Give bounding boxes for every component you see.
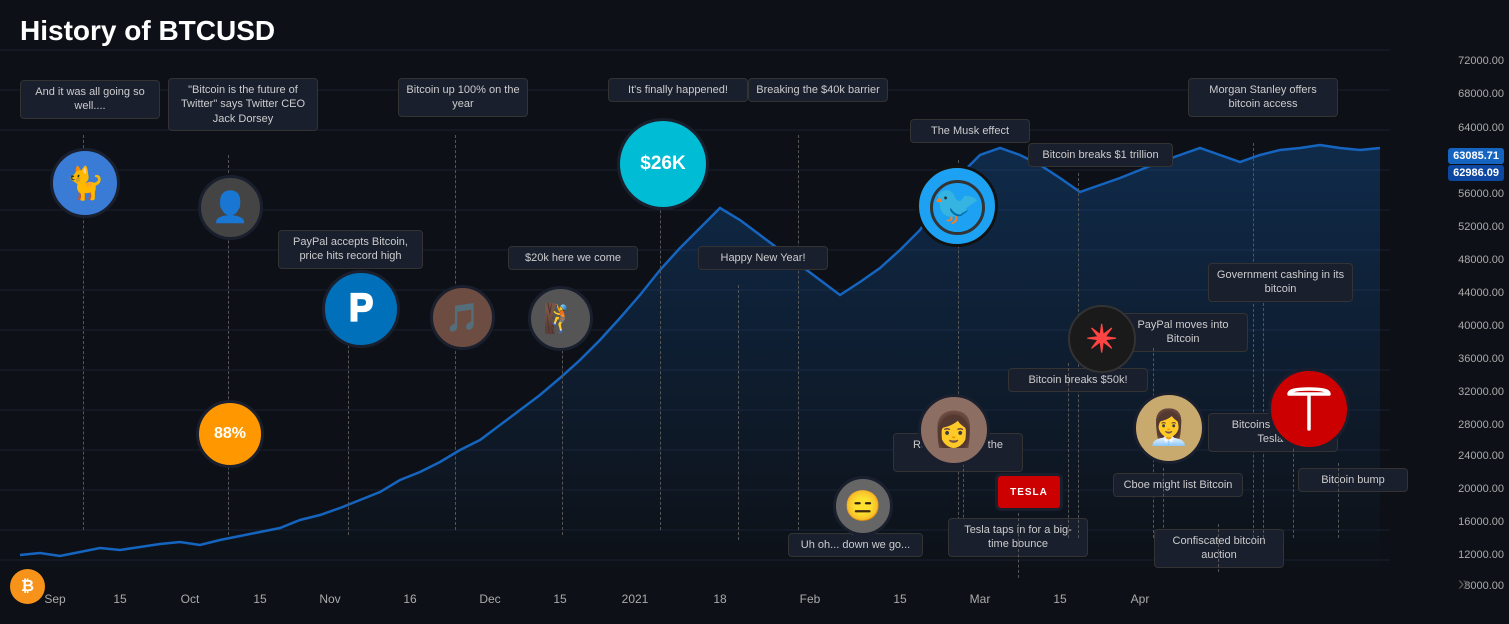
circle-icon-paypal: 𝐏 bbox=[322, 270, 400, 348]
y-label-20000: 20000.00 bbox=[1458, 483, 1504, 495]
circle-icon-music-symbol: 🎵 bbox=[445, 301, 480, 334]
ann-line-7 bbox=[798, 135, 799, 530]
y-label-56000: 56000.00 bbox=[1458, 188, 1504, 200]
circle-icon-26k-label: $26K bbox=[640, 153, 685, 175]
annotation-ann3: Bitcoin up 100% on the year bbox=[398, 78, 528, 117]
annotation-ann13: Bitcoin breaks $1 trillion bbox=[1028, 143, 1173, 167]
y-label-48000: 48000.00 bbox=[1458, 254, 1504, 266]
annotation-ann10: The Musk effect bbox=[910, 119, 1030, 143]
y-label-40000: 40000.00 bbox=[1458, 320, 1504, 332]
chart-container: History of BTCUSD 72000.00 68000.0 bbox=[0, 0, 1509, 624]
circle-icon-climber: 🧗 bbox=[528, 286, 593, 351]
circle-icon-climber-symbol: 🧗 bbox=[543, 302, 578, 335]
y-label-44000: 44000.00 bbox=[1458, 287, 1504, 299]
x-label-oct: Oct bbox=[181, 592, 200, 606]
annotation-ann6: It's finally happened! bbox=[608, 78, 748, 102]
x-label-dec: Dec bbox=[479, 592, 500, 606]
tesla-t-svg bbox=[1284, 384, 1334, 434]
circle-icon-26k: $26K bbox=[617, 118, 709, 210]
y-label-12000: 12000.00 bbox=[1458, 549, 1504, 561]
circle-icon-dorsey: 👤 bbox=[198, 175, 263, 240]
nav-arrow-right[interactable]: » bbox=[1458, 573, 1469, 596]
y-label-64000: 64000.00 bbox=[1458, 122, 1504, 134]
annotation-ann4: PayPal accepts Bitcoin, price hits recor… bbox=[278, 230, 423, 269]
annotation-ann14: Bitcoin breaks $50k! bbox=[1008, 368, 1148, 392]
x-label-15c: 15 bbox=[553, 592, 566, 606]
y-label-72000: 72000.00 bbox=[1458, 55, 1504, 67]
annotation-ann9: Uh oh... down we go... bbox=[788, 533, 923, 557]
x-label-2021: 2021 bbox=[622, 592, 649, 606]
annotation-ann19: Government cashing in its bitcoin bbox=[1208, 263, 1353, 302]
annotation-ann7: Breaking the $40k barrier bbox=[748, 78, 888, 102]
circle-icon-twitter: 🐦 bbox=[916, 165, 998, 247]
annotation-ann5: $20k here we come bbox=[508, 246, 638, 270]
y-label-28000: 28000.00 bbox=[1458, 419, 1504, 431]
y-label-24000: 24000.00 bbox=[1458, 450, 1504, 462]
circle-icon-music: 🎵 bbox=[430, 285, 495, 350]
circle-icon-woman: 👩 bbox=[918, 394, 990, 466]
btc-symbol: ₿ bbox=[21, 578, 34, 596]
annotation-ann16: Cboe might list Bitcoin bbox=[1113, 473, 1243, 497]
circle-icon-blonde-symbol: 👩‍💼 bbox=[1148, 408, 1190, 448]
x-label-15a: 15 bbox=[113, 592, 126, 606]
x-label-feb: Feb bbox=[800, 592, 821, 606]
circle-icon-star-symbol: ✴ bbox=[1086, 317, 1118, 362]
x-label-15b: 15 bbox=[253, 592, 266, 606]
circle-icon-emoji-symbol: 😑 bbox=[844, 489, 881, 524]
annotation-ann17: Confiscated bitcoin auction bbox=[1154, 529, 1284, 568]
circle-icon-tesla-logo bbox=[1268, 368, 1350, 450]
y-label-52000: 52000.00 bbox=[1458, 221, 1504, 233]
annotation-ann21: Bitcoin bump bbox=[1298, 468, 1408, 492]
ann-line-17 bbox=[1218, 524, 1219, 572]
circle-icon-cat-symbol: 🐈 bbox=[65, 164, 105, 202]
annotation-ann15: PayPal moves into Bitcoin bbox=[1118, 313, 1248, 352]
annotation-ann2: "Bitcoin is the future of Twitter" says … bbox=[168, 78, 318, 131]
x-label-18: 18 bbox=[713, 592, 726, 606]
y-label-8000: 8000.00 bbox=[1464, 580, 1504, 592]
circle-icon-blonde-woman: 👩‍💼 bbox=[1133, 392, 1205, 464]
y-label-36000: 36000.00 bbox=[1458, 353, 1504, 365]
x-label-sep: Sep bbox=[44, 592, 65, 606]
circle-icon-88pct-label: 88% bbox=[214, 425, 246, 443]
ann-line-12 bbox=[1018, 513, 1019, 578]
x-label-15d: 15 bbox=[893, 592, 906, 606]
y-label-32000: 32000.00 bbox=[1458, 386, 1504, 398]
y-label-16000: 16000.00 bbox=[1458, 516, 1504, 528]
circle-icon-dorsey-symbol: 👤 bbox=[212, 190, 249, 225]
x-label-mar: Mar bbox=[970, 592, 991, 606]
circle-icon-tesla-label: TESLA bbox=[1010, 487, 1048, 498]
btc-logo: ₿ bbox=[10, 569, 45, 604]
ann-line-8 bbox=[738, 285, 739, 540]
ann-line-21 bbox=[1338, 463, 1339, 538]
x-label-16: 16 bbox=[403, 592, 416, 606]
y-label-68000: 68000.00 bbox=[1458, 88, 1504, 100]
ann-line-16 bbox=[1163, 468, 1164, 538]
x-label-nov: Nov bbox=[319, 592, 340, 606]
annotation-ann1: And it was all going so well.... bbox=[20, 80, 160, 119]
annotation-ann18: Morgan Stanley offers bitcoin access bbox=[1188, 78, 1338, 117]
price-label-high: 63085.71 bbox=[1448, 148, 1504, 164]
price-label-low: 62986.09 bbox=[1448, 165, 1504, 181]
x-label-15e: 15 bbox=[1053, 592, 1066, 606]
circle-icon-tesla-text: TESLA bbox=[995, 473, 1063, 511]
circle-icon-88pct: 88% bbox=[196, 400, 264, 468]
circle-icon-woman-symbol: 👩 bbox=[933, 410, 975, 450]
ann-line-14 bbox=[1068, 363, 1069, 538]
circle-icon-twitter-symbol: 🐦 bbox=[933, 184, 980, 228]
circle-icon-cat: 🐈 bbox=[50, 148, 120, 218]
circle-icon-paypal-symbol: 𝐏 bbox=[348, 287, 374, 331]
circle-icon-emoji: 😑 bbox=[833, 476, 893, 536]
ann-line-18 bbox=[1253, 143, 1254, 538]
circle-icon-star: ✴ bbox=[1068, 305, 1136, 373]
annotation-ann8: Happy New Year! bbox=[698, 246, 828, 270]
x-label-apr: Apr bbox=[1131, 592, 1150, 606]
